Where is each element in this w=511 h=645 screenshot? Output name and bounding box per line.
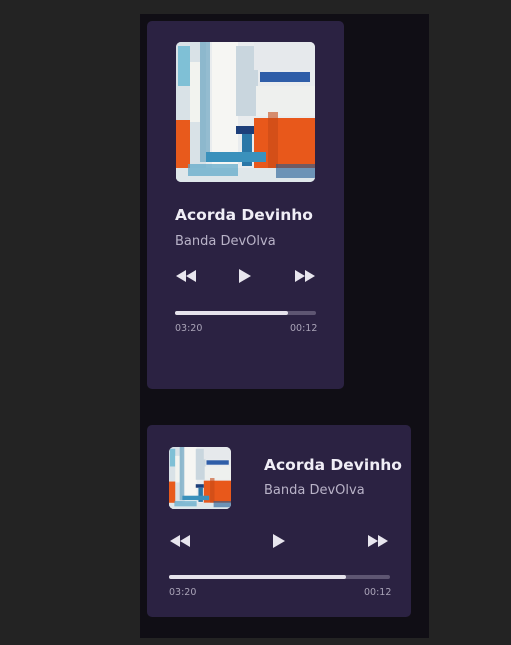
song-title: Acorda Devinho	[264, 456, 402, 474]
song-title: Acorda Devinho	[175, 206, 313, 224]
artist-name: Banda DevOlva	[175, 234, 276, 249]
progress-bar[interactable]	[175, 311, 316, 315]
elapsed-time: 03:20	[175, 323, 203, 334]
progress-fill	[169, 575, 346, 579]
play-button[interactable]	[234, 268, 256, 284]
next-button[interactable]	[294, 268, 316, 284]
next-button[interactable]	[367, 533, 389, 549]
progress-bar[interactable]	[169, 575, 390, 579]
play-icon	[238, 268, 252, 284]
rewind-icon	[169, 534, 191, 548]
music-player-card-horizontal: Acorda Devinho Banda DevOlva 03:20 00:12	[147, 425, 411, 617]
progress-fill	[175, 311, 288, 315]
remaining-time: 00:12	[290, 323, 318, 334]
remaining-time: 00:12	[364, 587, 392, 598]
album-art	[176, 42, 315, 182]
elapsed-time: 03:20	[169, 587, 197, 598]
fast-forward-icon	[367, 534, 389, 548]
previous-button[interactable]	[169, 533, 191, 549]
fast-forward-icon	[294, 269, 316, 283]
play-button[interactable]	[268, 533, 290, 549]
play-icon	[272, 533, 286, 549]
artist-name: Banda DevOlva	[264, 483, 365, 498]
music-player-card-vertical: Acorda Devinho Banda DevOlva 03:20 00:12	[147, 21, 344, 389]
rewind-icon	[175, 269, 197, 283]
album-art	[169, 447, 231, 509]
previous-button[interactable]	[175, 268, 197, 284]
